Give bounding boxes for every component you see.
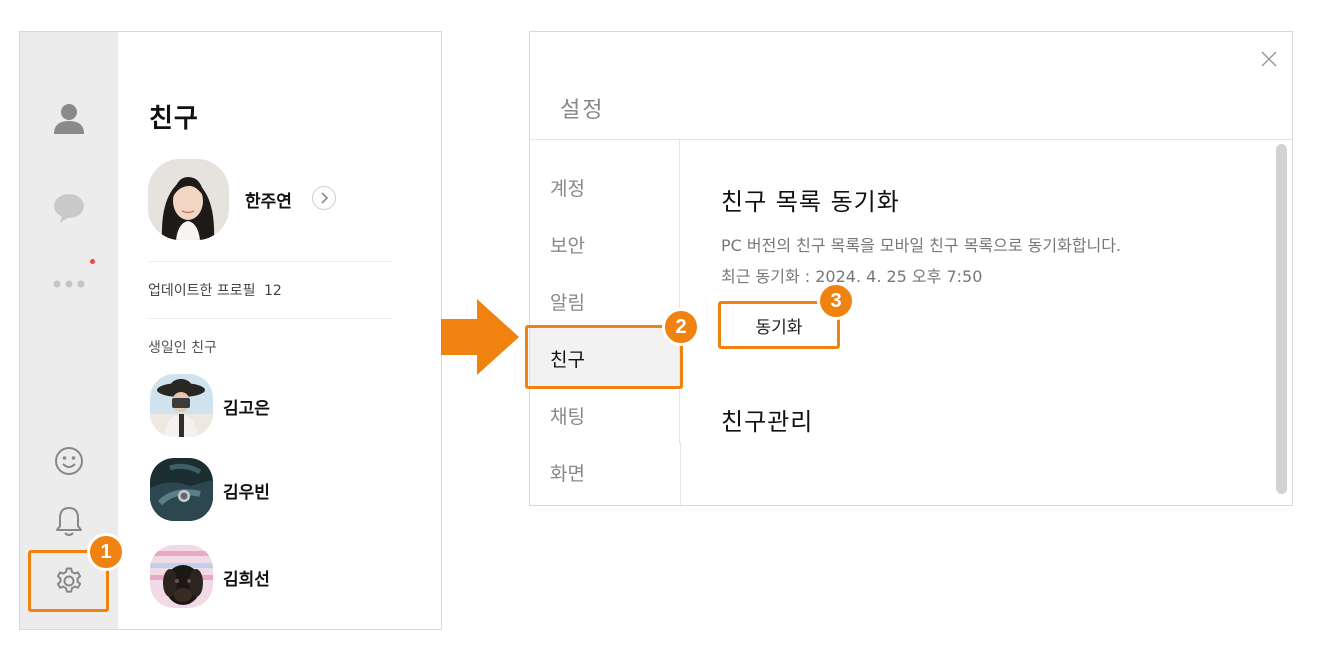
my-profile-name[interactable]: 한주연 — [245, 187, 292, 212]
person-icon[interactable] — [20, 98, 118, 138]
birthday-section-header: 생일인 친구 — [148, 340, 217, 356]
friends-panel: 친구 한주연 업데이트한 프로필 12 생일인 친구 김고은 김우빈 김희선 — [118, 32, 441, 629]
step-badge-2: 2 — [662, 308, 700, 346]
divider — [530, 139, 1292, 140]
emoji-icon[interactable] — [20, 444, 118, 478]
list-item[interactable]: 김고은 — [150, 374, 390, 438]
list-item[interactable]: 김희선 — [150, 545, 390, 609]
divider — [148, 261, 392, 262]
nav-item-notifications[interactable]: 알림 — [550, 288, 585, 315]
divider — [680, 442, 681, 505]
sync-section-title: 친구 목록 동기화 — [721, 188, 900, 216]
updated-profiles-row[interactable]: 업데이트한 프로필 12 — [148, 280, 282, 300]
friends-nav-highlight — [525, 325, 683, 389]
friend-name: 김고은 — [223, 399, 270, 419]
friend-avatar — [150, 545, 213, 608]
more-icon[interactable] — [20, 276, 118, 292]
nav-item-security[interactable]: 보안 — [550, 231, 585, 258]
manage-section-title: 친구관리 — [721, 408, 814, 436]
step-badge-3: 3 — [817, 282, 855, 320]
arrow-right-icon — [441, 299, 519, 375]
friend-name: 김희선 — [223, 570, 270, 590]
updated-profiles-label: 업데이트한 프로필 — [148, 283, 256, 299]
friend-name: 김우빈 — [223, 483, 270, 503]
friend-avatar — [150, 458, 213, 521]
step-badge-1: 1 — [87, 533, 125, 571]
friend-avatar — [150, 374, 213, 437]
friends-window: 친구 한주연 업데이트한 프로필 12 생일인 친구 김고은 김우빈 김희선 — [19, 31, 442, 630]
notification-dot — [90, 259, 95, 264]
divider — [679, 140, 680, 443]
updated-profiles-count: 12 — [263, 283, 282, 299]
page-title: 친구 — [149, 104, 199, 134]
recent-sync-text: 최근 동기화 : 2024. 4. 25 오후 7:50 — [721, 267, 983, 286]
close-icon[interactable] — [1258, 48, 1280, 70]
my-profile-avatar[interactable] — [148, 159, 229, 240]
sync-description: PC 버전의 친구 목록을 모바일 친구 목록으로 동기화합니다. — [721, 236, 1122, 255]
settings-title: 설정 — [560, 98, 605, 123]
nav-item-account[interactable]: 계정 — [550, 174, 585, 201]
list-item[interactable]: 김우빈 — [150, 458, 390, 522]
chat-bubble-icon[interactable] — [20, 188, 118, 228]
divider — [148, 318, 392, 319]
chevron-right-icon[interactable] — [312, 186, 336, 210]
nav-item-chat[interactable]: 채팅 — [550, 402, 585, 429]
scrollbar[interactable] — [1276, 144, 1287, 494]
settings-window: 설정 계정 보안 알림 친구 채팅 화면 친구 목록 동기화 PC 버전의 친구… — [529, 31, 1293, 506]
nav-item-display[interactable]: 화면 — [550, 459, 585, 486]
